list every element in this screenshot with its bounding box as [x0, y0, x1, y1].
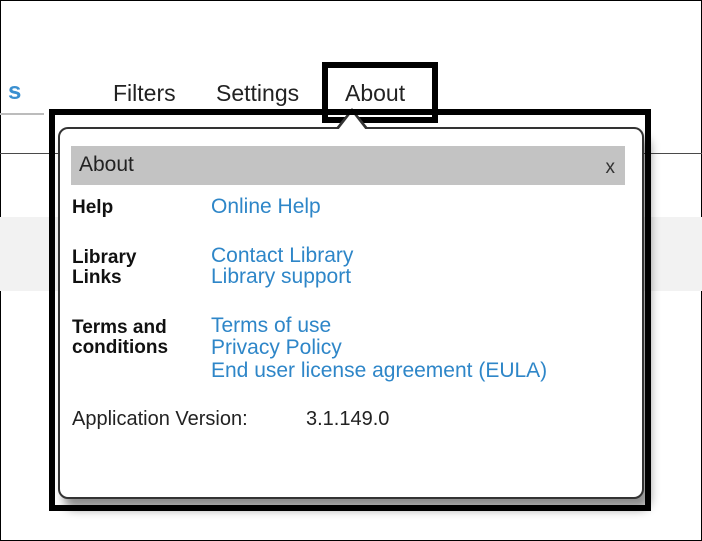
library-support-link[interactable]: Library support	[211, 266, 351, 288]
library-links-label-line1: Library	[72, 247, 137, 268]
terms-label-line2: conditions	[72, 337, 169, 358]
terms-of-use-link[interactable]: Terms of use	[211, 315, 331, 337]
help-label: Help	[72, 197, 114, 218]
tab-filters[interactable]: Filters	[113, 80, 176, 107]
contact-library-link[interactable]: Contact Library	[211, 245, 353, 267]
online-help-link[interactable]: Online Help	[211, 196, 321, 218]
popover-title: About	[79, 153, 134, 176]
library-links-label-line2: Links	[72, 267, 122, 288]
popover-header: About x	[71, 146, 625, 185]
app-version-value: 3.1.149.0	[306, 408, 390, 430]
app-version-label: Application Version:	[72, 408, 248, 430]
close-icon[interactable]: x	[606, 157, 616, 179]
eula-link[interactable]: End user license agreement (EULA)	[211, 360, 547, 382]
terms-label-line1: Terms and	[72, 317, 167, 338]
tab-partial[interactable]: s	[8, 78, 21, 106]
tab-settings[interactable]: Settings	[216, 80, 299, 107]
privacy-policy-link[interactable]: Privacy Policy	[211, 337, 342, 359]
tab-active-underline	[0, 113, 44, 115]
